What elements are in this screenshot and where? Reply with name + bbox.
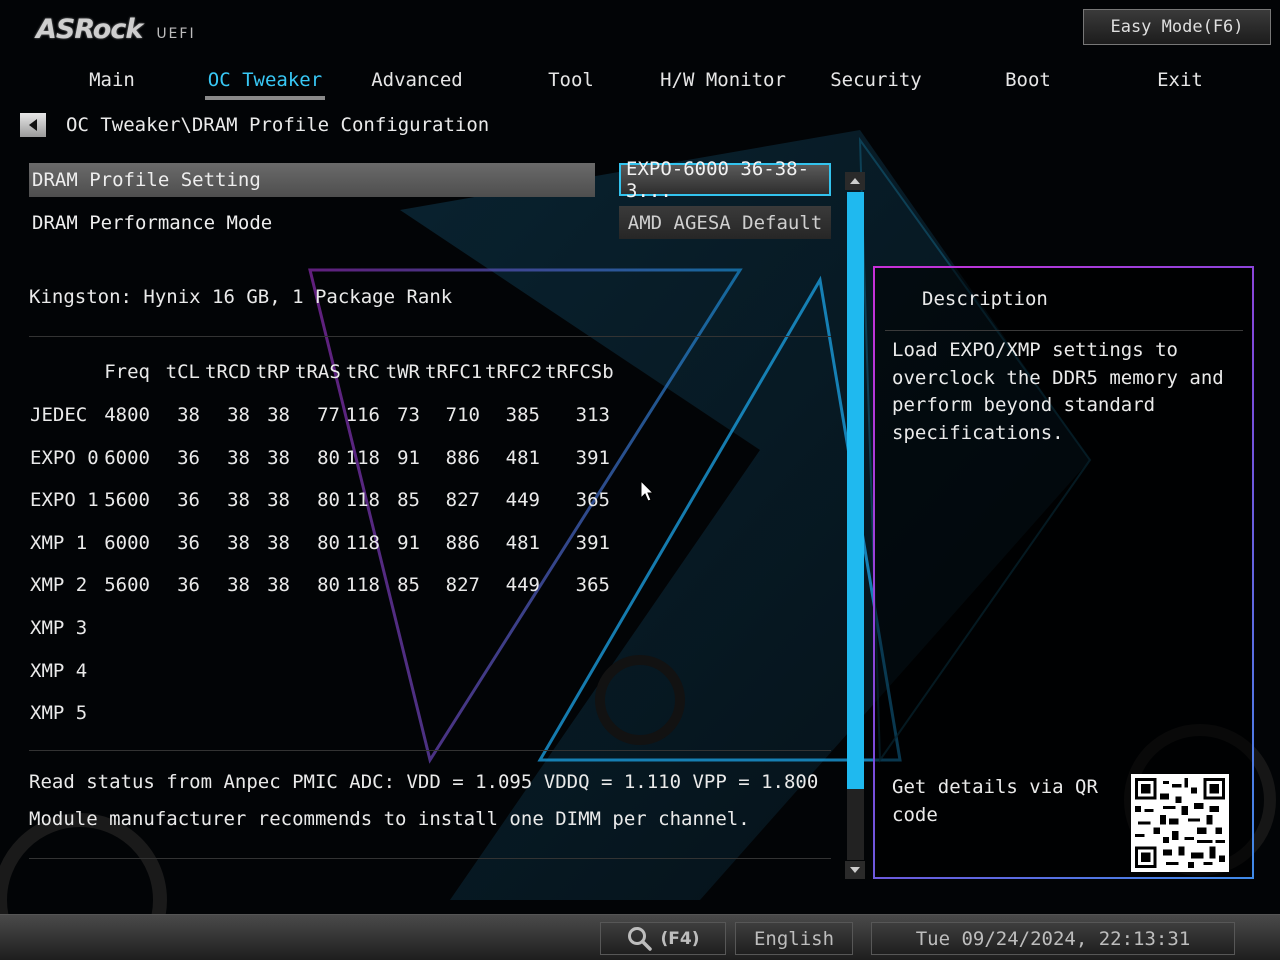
profile-table: Freq tCL tRCD tRP tRAS tRC tWR tRFC1 tRF… — [0, 0, 840, 760]
profile-cell: 481 — [505, 531, 540, 554]
profile-cell: 38 — [227, 574, 250, 597]
profile-name: XMP 5 — [30, 702, 88, 725]
col-header: tRFCSb — [545, 361, 614, 383]
profile-cell: 38 — [267, 574, 290, 597]
profile-cell: 91 — [397, 531, 420, 554]
profile-cell: 365 — [575, 574, 610, 597]
profile-cell: 385 — [505, 404, 540, 426]
profile-cell: 38 — [227, 446, 250, 469]
description-title: Description — [922, 288, 1048, 310]
col-header: tRFC1 — [425, 361, 483, 383]
profile-name: XMP 2 — [30, 574, 88, 597]
mouse-cursor-icon — [640, 480, 654, 502]
scroll-down-icon[interactable] — [845, 861, 865, 879]
profile-cell: 77 — [317, 404, 340, 426]
divider — [29, 750, 831, 751]
profile-cell: 36 — [177, 574, 200, 597]
profile-name: XMP 4 — [30, 659, 88, 682]
search-button[interactable]: (F4) — [600, 922, 726, 955]
profile-cell: 118 — [345, 574, 380, 597]
profile-cell: 5600 — [104, 489, 150, 512]
profile-name: XMP 3 — [30, 617, 88, 639]
profile-cell: 827 — [445, 574, 480, 597]
profile-cell: 80 — [317, 489, 340, 512]
profile-cell: 118 — [345, 531, 380, 554]
description-body: Load EXPO/XMP settings to overclock the … — [892, 339, 1224, 444]
profile-cell: 38 — [227, 531, 250, 554]
profile-cell: 85 — [397, 574, 420, 597]
datetime-display[interactable]: Tue 09/24/2024, 22:13:31 — [871, 922, 1235, 955]
scroll-up-icon[interactable] — [845, 172, 865, 190]
col-header: tRCD — [205, 361, 251, 383]
profile-cell: 91 — [397, 446, 420, 469]
profile-cell: 80 — [317, 574, 340, 597]
col-header: tRP — [255, 361, 290, 383]
col-header: tRAS — [295, 361, 341, 383]
easy-mode-button[interactable]: Easy Mode(F6) — [1083, 9, 1271, 45]
profile-cell: 38 — [267, 489, 290, 512]
profile-cell: 827 — [445, 489, 480, 512]
pmic-status: Read status from Anpec PMIC ADC: VDD = 1… — [29, 771, 819, 793]
profile-cell: 6000 — [104, 531, 150, 554]
description-panel: Description Load EXPO/XMP settings to ov… — [873, 266, 1254, 879]
search-icon — [627, 926, 652, 951]
profile-cell: 85 — [397, 489, 420, 512]
tab-boot[interactable]: Boot — [993, 62, 1063, 98]
profile-cell: 449 — [505, 574, 540, 597]
profile-cell: 38 — [267, 446, 290, 469]
scrollbar-thumb[interactable] — [847, 192, 864, 789]
profile-name: EXPO 0 — [30, 446, 99, 469]
profile-cell: 36 — [177, 446, 200, 469]
search-key-label: (F4) — [660, 928, 700, 949]
profile-cell: 73 — [397, 404, 420, 426]
profile-cell: 886 — [445, 531, 480, 554]
profile-cell: 6000 — [104, 446, 150, 469]
profile-cell: 118 — [345, 446, 380, 469]
profile-cell: 391 — [575, 446, 610, 469]
divider — [885, 330, 1243, 331]
col-header: tCL — [165, 361, 200, 383]
profile-name: XMP 1 — [30, 531, 88, 554]
profile-cell: 38 — [227, 489, 250, 512]
profile-cell: 36 — [177, 489, 200, 512]
divider — [29, 858, 831, 859]
profile-cell: 80 — [317, 531, 340, 554]
profile-cell: 710 — [445, 404, 480, 426]
profile-cell: 391 — [575, 531, 610, 554]
profile-cell: 36 — [177, 531, 200, 554]
col-header: Freq — [104, 361, 150, 383]
profile-cell: 38 — [227, 404, 250, 426]
profile-cell: 38 — [177, 404, 200, 426]
profile-cell: 365 — [575, 489, 610, 512]
footer-bar: (F4) English Tue 09/24/2024, 22:13:31 — [0, 914, 1280, 960]
col-header: tRC — [345, 361, 380, 383]
profile-cell: 449 — [505, 489, 540, 512]
profile-cell: 5600 — [104, 574, 150, 597]
tab-exit[interactable]: Exit — [1148, 62, 1212, 98]
profile-cell: 116 — [345, 404, 380, 426]
profile-cell: 886 — [445, 446, 480, 469]
profile-cell: 4800 — [104, 404, 150, 426]
profile-cell: 38 — [267, 531, 290, 554]
profile-cell: 481 — [505, 446, 540, 469]
profile-name: EXPO 1 — [30, 489, 99, 512]
qr-text: Get details via QR code — [892, 776, 1098, 826]
col-header: tRFC2 — [485, 361, 543, 383]
profile-cell: 313 — [575, 404, 610, 426]
tab-security[interactable]: Security — [826, 62, 926, 98]
profile-name: JEDEC — [30, 404, 88, 426]
profile-cell: 80 — [317, 446, 340, 469]
col-header: tWR — [385, 361, 420, 383]
profile-cell: 38 — [267, 404, 290, 426]
dimm-note: Module manufacturer recommends to instal… — [29, 808, 750, 830]
qr-code-icon — [1131, 774, 1229, 872]
language-button[interactable]: English — [735, 922, 853, 955]
profile-cell: 118 — [345, 489, 380, 512]
